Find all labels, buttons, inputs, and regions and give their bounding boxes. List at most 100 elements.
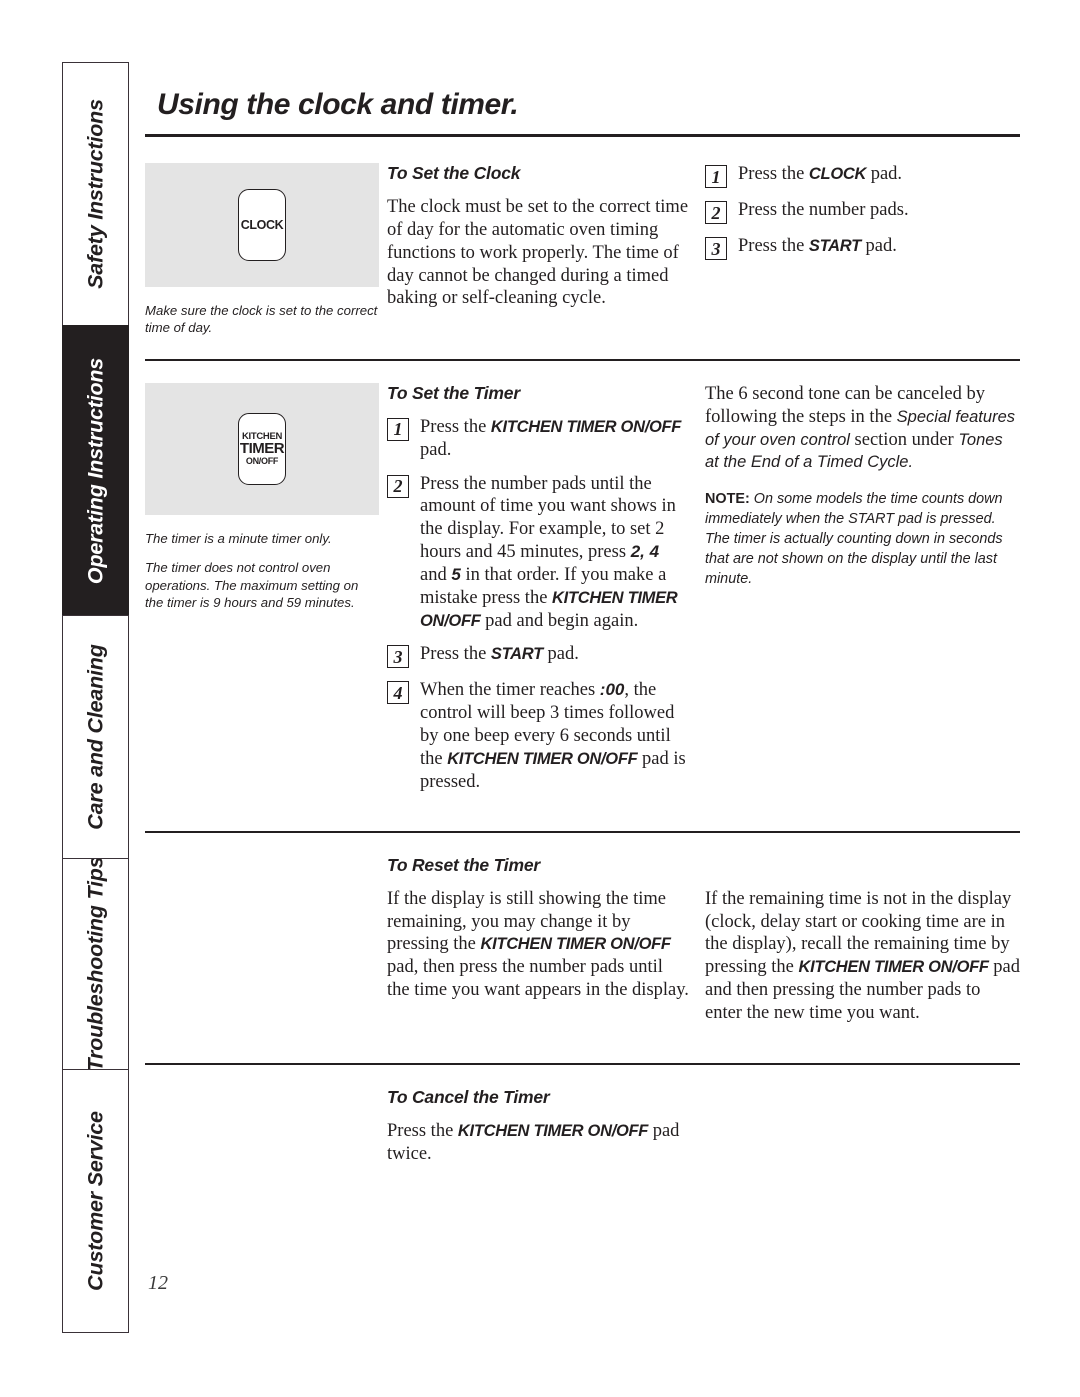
set-timer-step-3-run-3: KITCHEN TIMER ON/OFF bbox=[447, 749, 638, 768]
reset-timer-right-run-1: KITCHEN TIMER ON/OFF bbox=[798, 958, 989, 977]
sidebar-tab-operating-instructions[interactable]: Operating Instructions bbox=[62, 325, 129, 616]
cancel-timer-body-run-1: KITCHEN TIMER ON/OFF bbox=[457, 1121, 649, 1140]
set-timer-step-3-run-0: When the timer reaches bbox=[420, 680, 600, 701]
set-timer-step-3-run-1: :00 bbox=[599, 680, 625, 700]
divider-after-set-clock bbox=[145, 358, 1020, 361]
set-timer-step-1-run-3: 5 bbox=[451, 564, 461, 584]
step-text: Press the number pads. bbox=[738, 199, 909, 222]
sidebar-tab-label: Operating Instructions bbox=[83, 357, 107, 584]
reset-timer-left-paragraph: If the display is still showing the time… bbox=[387, 888, 689, 1002]
kitchen-timer-pad-label-line2: TIMER bbox=[239, 440, 285, 458]
kitchen-timer-pad-label-line3: ON/OFF bbox=[245, 455, 279, 466]
cancel-timer-text-column: To Cancel the Timer Press the KITCHEN TI… bbox=[387, 1087, 705, 1166]
step-number-box: 1 bbox=[705, 165, 727, 188]
divider-after-set-timer bbox=[145, 830, 1020, 833]
page-content: Using the clock and timer. CLOCK Make su… bbox=[145, 62, 1020, 1165]
clock-pad-key[interactable]: CLOCK bbox=[238, 189, 286, 261]
timer-caption-2: The timer does not control oven operatio… bbox=[145, 560, 359, 611]
step-text: When the timer reaches :00, the control … bbox=[420, 679, 689, 793]
sidebar-tab-label: Safety Instructions bbox=[83, 99, 107, 290]
kitchen-timer-pad-key[interactable]: KITCHEN TIMER ON/OFF bbox=[238, 412, 286, 485]
page-number: 12 bbox=[148, 1272, 168, 1294]
reset-timer-right-column: If the remaining time is not in the disp… bbox=[705, 855, 1020, 1025]
clock-caption: Make sure the clock is set to the correc… bbox=[145, 303, 378, 336]
step-number-box: 3 bbox=[387, 645, 409, 669]
step-text: Press the CLOCK pad. bbox=[738, 163, 902, 186]
set-timer-step-1-run-2: and bbox=[420, 564, 452, 585]
set-clock-step-1-run-0: Press the number pads. bbox=[738, 200, 909, 220]
step-number-box: 3 bbox=[705, 237, 727, 260]
section-tab-rail: Safety Instructions Operating Instruction… bbox=[62, 62, 129, 1333]
set-timer-steps-column: To Set the Timer 1 Press the KITCHEN TIME… bbox=[387, 383, 705, 805]
sidebar-tab-label: Customer Service bbox=[83, 1110, 107, 1291]
set-clock-step: 3 Press the START pad. bbox=[705, 235, 1020, 260]
timer-tone-run-2: section under bbox=[849, 429, 959, 450]
step-number-box: 4 bbox=[387, 681, 409, 705]
set-timer-step-0-run-1: KITCHEN TIMER ON/OFF bbox=[490, 417, 682, 436]
set-timer-heading: To Set the Timer bbox=[387, 382, 520, 403]
note-label: NOTE: bbox=[705, 491, 750, 508]
step-number-box: 1 bbox=[387, 417, 409, 441]
sidebar-tab-label: Care and Cleaning bbox=[83, 644, 107, 830]
set-timer-step-2-run-2: pad. bbox=[542, 644, 579, 665]
section-set-the-clock: CLOCK Make sure the clock is set to the … bbox=[145, 163, 1020, 337]
set-timer-step-1-run-6: pad and begin again. bbox=[480, 610, 639, 631]
set-timer-step: 4 When the timer reaches :00, the control… bbox=[387, 679, 689, 793]
sidebar-tab-safety-instructions[interactable]: Safety Instructions bbox=[62, 62, 129, 326]
set-timer-step-0-run-0: Press the bbox=[420, 416, 491, 437]
set-timer-step-list: 1 Press the KITCHEN TIMER ON/OFF pad. 2 Pre… bbox=[387, 416, 689, 794]
set-clock-step-0-run-2: pad. bbox=[866, 164, 903, 184]
step-text: Press the KITCHEN TIMER ON/OFF pad. bbox=[420, 416, 689, 462]
set-timer-step-0-run-2: pad. bbox=[420, 439, 452, 460]
set-clock-step-0-run-1: CLOCK bbox=[808, 165, 867, 183]
step-text: Press the START pad. bbox=[738, 235, 897, 258]
set-timer-notes-column: The 6 second tone can be canceled by fol… bbox=[705, 383, 1020, 604]
set-clock-step-2-run-0: Press the bbox=[738, 236, 809, 256]
divider-after-reset-timer bbox=[145, 1062, 1020, 1065]
set-clock-step-0-run-0: Press the bbox=[738, 164, 809, 184]
set-timer-step-1-run-1: 2, 4 bbox=[630, 542, 660, 562]
kitchen-timer-pad-panel: KITCHEN TIMER ON/OFF bbox=[145, 382, 379, 515]
clock-pad-panel: CLOCK bbox=[145, 163, 379, 287]
reset-timer-left-column: To Reset the Timer If the display is sti… bbox=[387, 855, 705, 1002]
note-text: On some models the time counts down imme… bbox=[705, 491, 1003, 587]
set-clock-step-2-run-1: START bbox=[808, 237, 861, 255]
step-number-box: 2 bbox=[705, 201, 727, 224]
set-timer-step-2-run-0: Press the bbox=[420, 644, 491, 665]
timer-note-block: NOTE: On some models the time counts dow… bbox=[705, 490, 1020, 589]
set-timer-step-2-run-1: START bbox=[490, 645, 543, 664]
section-reset-the-timer: To Reset the Timer If the display is sti… bbox=[145, 855, 1020, 1025]
set-clock-text-column: To Set the Clock The clock must be set t… bbox=[387, 163, 705, 310]
set-timer-step: 2 Press the number pads until the amount … bbox=[387, 473, 689, 633]
set-clock-step-2-run-2: pad. bbox=[860, 236, 897, 256]
reset-timer-heading: To Reset the Timer bbox=[387, 854, 540, 875]
step-number-box: 2 bbox=[387, 474, 409, 498]
section-set-the-timer: KITCHEN TIMER ON/OFF The timer is a minu… bbox=[145, 382, 1020, 805]
reset-timer-left-run-2: pad, then press the number pads until th… bbox=[387, 957, 689, 1001]
set-timer-illustration-column: KITCHEN TIMER ON/OFF The timer is a minu… bbox=[145, 382, 387, 612]
reset-timer-right-paragraph: If the remaining time is not in the disp… bbox=[705, 888, 1020, 1025]
sidebar-tab-label: Troubleshooting Tips bbox=[83, 857, 107, 1069]
set-timer-step: 3 Press the START pad. bbox=[387, 643, 689, 669]
page-title: Using the clock and timer. bbox=[157, 88, 519, 121]
timer-tone-paragraph: The 6 second tone can be canceled by fol… bbox=[705, 383, 1020, 474]
cancel-timer-body-run-0: Press the bbox=[387, 1120, 458, 1141]
sidebar-tab-care-and-cleaning[interactable]: Care and Cleaning bbox=[62, 615, 129, 858]
section-cancel-the-timer: To Cancel the Timer Press the KITCHEN TI… bbox=[145, 1087, 1020, 1166]
sidebar-tab-customer-service[interactable]: Customer Service bbox=[62, 1068, 129, 1333]
set-clock-step: 1 Press the CLOCK pad. bbox=[705, 163, 1020, 188]
reset-timer-left-run-1: KITCHEN TIMER ON/OFF bbox=[480, 935, 671, 954]
set-clock-body: The clock must be set to the correct tim… bbox=[387, 197, 689, 309]
step-text: Press the START pad. bbox=[420, 643, 579, 666]
timer-caption-1: The timer is a minute timer only. bbox=[145, 530, 332, 546]
set-clock-steps-column: 1 Press the CLOCK pad. 2 Press the number p… bbox=[705, 163, 1020, 271]
sidebar-tab-troubleshooting-tips[interactable]: Troubleshooting Tips bbox=[62, 857, 129, 1069]
set-timer-step: 1 Press the KITCHEN TIMER ON/OFF pad. bbox=[387, 416, 689, 462]
clock-pad-label: CLOCK bbox=[240, 217, 284, 232]
set-clock-step: 2 Press the number pads. bbox=[705, 199, 1020, 224]
set-clock-heading: To Set the Clock bbox=[387, 163, 521, 183]
cancel-timer-body: Press the KITCHEN TIMER ON/OFF pad twice… bbox=[387, 1120, 689, 1166]
step-text: Press the number pads until the amount o… bbox=[420, 473, 689, 633]
set-clock-step-list: 1 Press the CLOCK pad. 2 Press the number p… bbox=[705, 163, 1020, 260]
cancel-timer-heading: To Cancel the Timer bbox=[387, 1086, 550, 1107]
